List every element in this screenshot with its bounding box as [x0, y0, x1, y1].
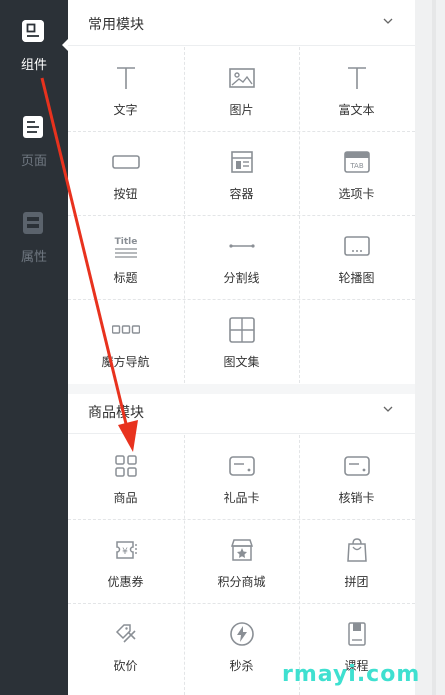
component-bargain[interactable]: 砍价 [68, 603, 183, 687]
flash-sale-icon [230, 622, 254, 646]
sidebar-item-properties[interactable]: 属性 [0, 212, 68, 272]
component-carousel[interactable]: 轮播图 [299, 215, 414, 299]
component-label: 核销卡 [338, 491, 375, 505]
text-icon [117, 67, 135, 89]
section-title: 常用模块 [88, 17, 144, 33]
carousel-icon [344, 236, 370, 256]
sidebar: 组件 页面 属性 [0, 0, 68, 695]
component-coupon[interactable]: ¥ 优惠券 [68, 519, 183, 603]
component-points-mall[interactable]: 积分商城 [184, 519, 299, 603]
component-label: 按钮 [113, 187, 138, 201]
component-label: 优惠券 [107, 575, 144, 589]
product-icon [115, 455, 137, 477]
section-header-common[interactable]: 常用模块 [68, 0, 415, 46]
component-image[interactable]: 图片 [184, 47, 299, 131]
component-label: 选项卡 [338, 187, 375, 201]
divider-icon [229, 244, 255, 248]
image-icon [229, 68, 255, 88]
section-title: 商品模块 [88, 405, 144, 421]
coupon-icon: ¥ [116, 541, 137, 559]
points-mall-icon [230, 539, 254, 561]
group-buy-icon [347, 538, 367, 562]
component-label: 轮播图 [338, 271, 375, 285]
title-icon: Title [115, 237, 138, 258]
sidebar-item-label: 属性 [20, 250, 47, 265]
component-panel: 常用模块 文字 图片 富文本 按钮 容器 TAB 选项卡 Title 标题 分割… [68, 0, 415, 695]
chevron-down-icon [383, 406, 393, 412]
sidebar-item-pages[interactable]: 页面 [0, 116, 68, 176]
component-icon [22, 20, 44, 42]
property-icon [22, 212, 44, 234]
component-cube-nav[interactable]: 魔方导航 [68, 299, 183, 383]
gift-card-icon [229, 456, 255, 476]
component-label: 礼品卡 [223, 491, 260, 505]
button-icon [112, 155, 140, 169]
gallery-icon [229, 317, 255, 343]
tab-icon: TAB [344, 151, 370, 173]
component-gift-card[interactable]: 礼品卡 [184, 435, 299, 519]
component-label: 商品 [113, 491, 138, 505]
component-label: 文字 [113, 103, 138, 117]
redeem-card-icon [344, 456, 370, 476]
bargain-icon [115, 624, 136, 643]
sidebar-item-label: 组件 [20, 58, 47, 73]
scrollbar-thumb[interactable] [432, 0, 436, 695]
sidebar-item-label: 页面 [20, 154, 47, 169]
component-tab[interactable]: TAB 选项卡 [299, 131, 414, 215]
component-label: 富文本 [338, 103, 375, 117]
component-label: 容器 [229, 187, 254, 201]
scrollbar-track[interactable] [415, 0, 445, 695]
svg-text:¥: ¥ [122, 547, 128, 557]
component-title[interactable]: Title 标题 [68, 215, 183, 299]
component-label: 图片 [229, 103, 254, 117]
chevron-down-icon [383, 18, 393, 24]
component-label: 魔方导航 [101, 355, 150, 369]
component-label: 拼团 [344, 575, 369, 589]
component-label: 分割线 [223, 271, 260, 285]
component-container[interactable]: 容器 [184, 131, 299, 215]
component-label: 砍价 [113, 659, 138, 673]
section-header-product[interactable]: 商品模块 [68, 388, 415, 434]
cube-nav-icon [112, 325, 140, 334]
watermark: rmayi.com [282, 662, 421, 687]
rich-text-icon [348, 67, 366, 89]
component-rich-text[interactable]: 富文本 [299, 47, 414, 131]
course-icon [348, 622, 366, 646]
sidebar-item-components[interactable]: 组件 [0, 20, 68, 80]
svg-text:TAB: TAB [349, 162, 364, 170]
component-product[interactable]: 商品 [68, 435, 183, 519]
component-label: 标题 [113, 271, 138, 285]
component-gallery[interactable]: 图文集 [184, 299, 299, 383]
container-icon [231, 151, 253, 173]
grid-common: 文字 图片 富文本 按钮 容器 TAB 选项卡 Title 标题 分割线 轮播图… [68, 47, 415, 383]
component-divider[interactable]: 分割线 [184, 215, 299, 299]
grid-product: 商品 礼品卡 核销卡 ¥ 优惠券 积分商城 拼团 砍价 秒杀 课程 [68, 435, 415, 695]
svg-text:Title: Title [115, 237, 138, 247]
component-label: 积分商城 [217, 575, 266, 589]
component-group-buy[interactable]: 拼团 [299, 519, 414, 603]
component-button[interactable]: 按钮 [68, 131, 183, 215]
page-icon [22, 116, 44, 138]
component-redeem-card[interactable]: 核销卡 [299, 435, 414, 519]
component-label: 图文集 [223, 355, 260, 369]
component-text[interactable]: 文字 [68, 47, 183, 131]
